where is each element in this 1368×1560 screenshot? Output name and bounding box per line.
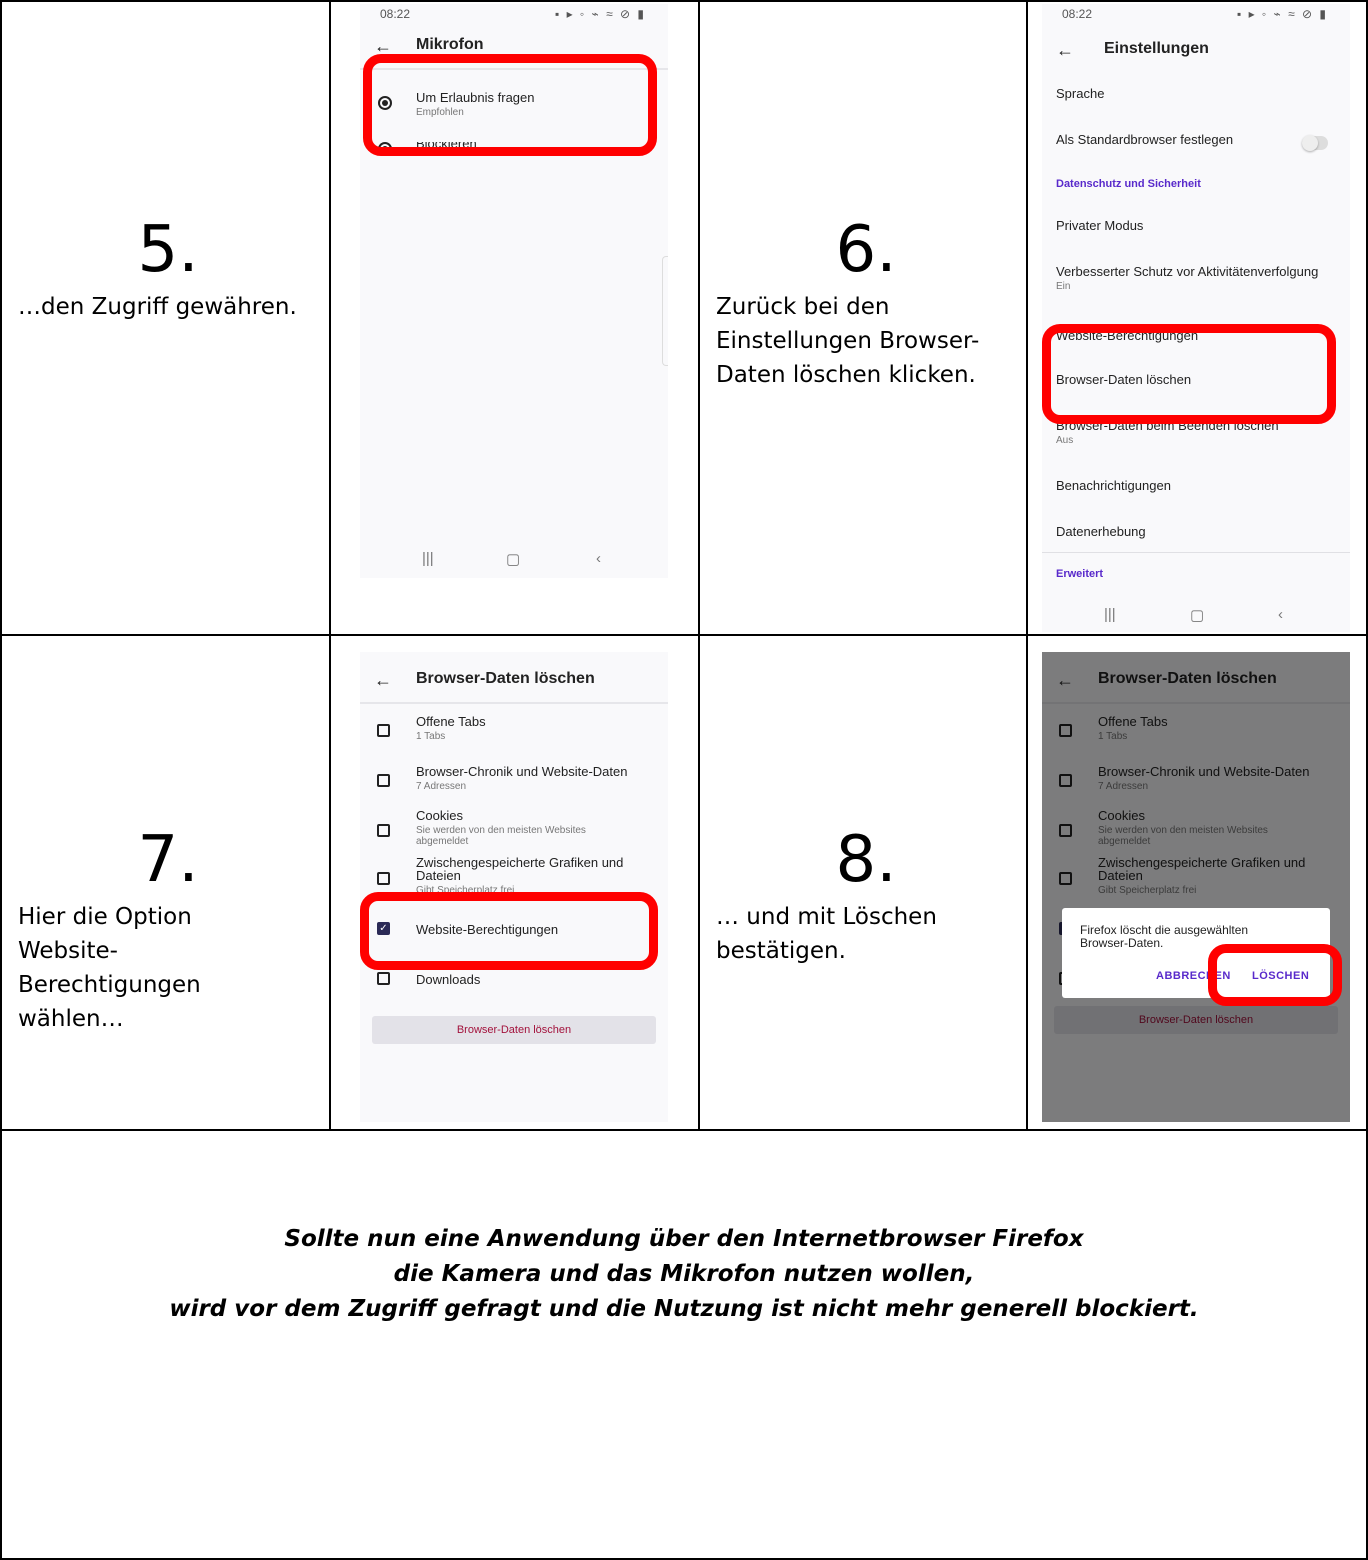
- screenshot-confirm-dialog: ← Browser-Daten löschen Offene Tabs 1 Ta…: [1042, 652, 1350, 1122]
- item-label: Browser-Chronik und Website-Daten: [416, 764, 628, 779]
- table-row-divider: [0, 1129, 1368, 1131]
- settings-row-tracking-protection[interactable]: Verbesserter Schutz vor Aktivitätenverfo…: [1056, 264, 1346, 292]
- settings-row-notifications[interactable]: Benachrichtigungen: [1056, 478, 1336, 493]
- back-nav-icon[interactable]: ‹: [596, 550, 601, 567]
- highlight-box: [1208, 944, 1342, 1006]
- row-sublabel: Ein: [1056, 281, 1071, 292]
- checkbox-icon[interactable]: [377, 774, 390, 787]
- highlight-box: [360, 892, 658, 970]
- item-label: Downloads: [416, 972, 481, 987]
- scroll-handle[interactable]: [662, 256, 668, 366]
- step-number: 5.: [137, 213, 199, 287]
- row-label: Als Standardbrowser festlegen: [1056, 132, 1234, 147]
- item-label: Offene Tabs: [416, 714, 486, 729]
- recent-apps-icon[interactable]: |||: [1104, 606, 1116, 623]
- step-number: 8.: [835, 823, 897, 897]
- clear-item-history[interactable]: Browser-Chronik und Website-Daten 7 Adre…: [416, 764, 654, 792]
- step-8: 8. … und mit Löschen bestätigen.: [716, 828, 1016, 968]
- screen-title: Browser-Daten löschen: [416, 670, 595, 687]
- checkbox-icon[interactable]: [377, 824, 390, 837]
- section-header-privacy: Datenschutz und Sicherheit: [1056, 178, 1201, 190]
- clear-item-open-tabs[interactable]: Offene Tabs 1 Tabs: [416, 714, 654, 742]
- status-icons: ▪ ▸ ◦ ⌁ ≈ ⊘ ▮: [1236, 7, 1328, 21]
- footer-line: die Kamera und das Mikrofon nutzen wolle…: [393, 1261, 975, 1287]
- row-label: Datenerhebung: [1056, 524, 1146, 539]
- step-6: 6. Zurück bei den Einstellungen Browser-…: [716, 218, 1016, 392]
- divider: [1042, 552, 1350, 553]
- settings-row-default-browser[interactable]: Als Standardbrowser festlegen: [1056, 132, 1336, 147]
- table-row-divider: [0, 634, 1368, 636]
- screenshot-settings: 08:22 ▪ ▸ ◦ ⌁ ≈ ⊘ ▮ ← Einstellungen Spra…: [1042, 4, 1350, 632]
- section-header-advanced: Erweitert: [1056, 568, 1104, 580]
- step-7: 7. Hier die Option Website-Berechtigunge…: [18, 828, 318, 1036]
- screenshot-microphone-permission: 08:22 ▪ ▸ ◦ ⌁ ≈ ⊘ ▮ ← Mikrofon Um Erlaub…: [360, 4, 668, 578]
- item-label: Cookies: [416, 808, 463, 823]
- screen-title: Einstellungen: [1104, 40, 1209, 57]
- settings-row-data-collection[interactable]: Datenerhebung: [1056, 524, 1336, 539]
- back-arrow-icon[interactable]: ←: [374, 670, 392, 691]
- back-arrow-icon[interactable]: ←: [1056, 40, 1074, 61]
- checkbox-icon[interactable]: [377, 724, 390, 737]
- highlight-box: [363, 54, 657, 156]
- status-time: 08:22: [1062, 7, 1093, 21]
- footer-note: Sollte nun eine Anwendung über den Inter…: [0, 1222, 1368, 1327]
- table-border-top: [0, 0, 1368, 2]
- item-sublabel: Sie werden von den meisten Websites abge…: [416, 825, 586, 847]
- settings-row-language[interactable]: Sprache: [1056, 86, 1336, 101]
- clear-item-downloads[interactable]: Downloads: [416, 972, 654, 987]
- row-sublabel: Aus: [1056, 435, 1074, 446]
- screenshot-clear-browser-data: ← Browser-Daten löschen Offene Tabs 1 Ta…: [360, 652, 668, 1122]
- step-description: Hier die Option Website-Berechtigungen w…: [18, 904, 201, 1032]
- screen-title: Mikrofon: [416, 36, 484, 53]
- clear-item-cookies[interactable]: Cookies Sie werden von den meisten Websi…: [416, 808, 626, 847]
- row-label: Verbesserter Schutz vor Aktivitätenverfo…: [1056, 264, 1319, 279]
- checkbox-icon[interactable]: [377, 872, 390, 885]
- highlight-box: [1042, 324, 1336, 424]
- app-bar: ← Browser-Daten löschen: [360, 660, 668, 704]
- item-sublabel: 1 Tabs: [416, 731, 446, 742]
- item-label: Zwischengespeicherte Grafiken und Dateie…: [416, 855, 624, 883]
- step-description: … und mit Löschen bestätigen.: [716, 904, 937, 964]
- row-label: Benachrichtigungen: [1056, 478, 1171, 493]
- table-col-divider: [1026, 0, 1028, 1131]
- settings-row-private-mode[interactable]: Privater Modus: [1056, 218, 1336, 233]
- step-5: 5. …den Zugriff gewähren.: [18, 218, 318, 324]
- recent-apps-icon[interactable]: |||: [422, 550, 434, 567]
- android-nav-bar: ||| ▢ ‹: [360, 550, 668, 574]
- home-icon[interactable]: ▢: [506, 550, 520, 568]
- status-icons: ▪ ▸ ◦ ⌁ ≈ ⊘ ▮: [554, 7, 646, 21]
- status-bar: 08:22 ▪ ▸ ◦ ⌁ ≈ ⊘ ▮: [1042, 4, 1350, 24]
- modal-scrim[interactable]: [1042, 652, 1350, 1122]
- row-label: Sprache: [1056, 86, 1105, 101]
- table-col-divider: [698, 0, 700, 1131]
- back-nav-icon[interactable]: ‹: [1278, 606, 1283, 623]
- step-number: 6.: [835, 213, 897, 287]
- footer-line: wird vor dem Zugriff gefragt und die Nut…: [169, 1296, 1199, 1322]
- android-nav-bar: ||| ▢ ‹: [1042, 606, 1350, 630]
- status-bar: 08:22 ▪ ▸ ◦ ⌁ ≈ ⊘ ▮: [360, 4, 668, 24]
- step-description: Zurück bei den Einstellungen Browser-Dat…: [716, 294, 980, 388]
- item-sublabel: 7 Adressen: [416, 781, 467, 792]
- app-bar: ← Einstellungen: [1042, 30, 1350, 74]
- clear-item-cache[interactable]: Zwischengespeicherte Grafiken und Dateie…: [416, 856, 656, 897]
- row-label: Privater Modus: [1056, 218, 1144, 233]
- default-browser-toggle[interactable]: [1302, 135, 1328, 151]
- checkbox-icon[interactable]: [377, 972, 390, 985]
- step-description: …den Zugriff gewähren.: [18, 294, 297, 320]
- home-icon[interactable]: ▢: [1190, 606, 1204, 624]
- step-number: 7.: [137, 823, 199, 897]
- footer-line: Sollte nun eine Anwendung über den Inter…: [284, 1226, 1084, 1252]
- table-col-divider: [329, 0, 331, 1131]
- clear-data-button[interactable]: Browser-Daten löschen: [372, 1016, 656, 1044]
- status-time: 08:22: [380, 7, 411, 21]
